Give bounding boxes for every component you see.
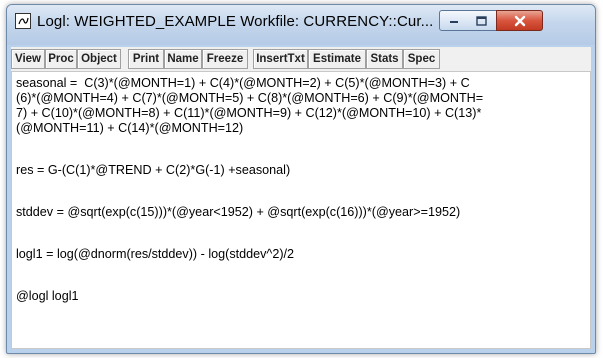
maximize-button[interactable] [467, 10, 496, 31]
print-button[interactable]: Print [128, 49, 164, 69]
proc-button[interactable]: Proc [45, 49, 77, 69]
stats-button[interactable]: Stats [366, 49, 403, 69]
maximize-icon [476, 15, 487, 26]
logl1-line: logl1 = log(@dnorm(res/stddev)) - log(st… [16, 247, 295, 261]
seasonal-line-1: seasonal = C(3)*(@MONTH=1) + C(4)*(@MONT… [16, 76, 470, 90]
logl-spec-editor[interactable]: seasonal = C(3)*(@MONTH=1) + C(4)*(@MONT… [11, 71, 591, 349]
window-title: Logl: WEIGHTED_EXAMPLE Workfile: CURRENC… [37, 13, 434, 30]
close-icon [514, 15, 525, 26]
seasonal-line-3: 7) + C(10)*(@MONTH=8) + C(11)*(@MONTH=9)… [16, 106, 482, 120]
object-button[interactable]: Object [77, 49, 121, 69]
minimize-button[interactable] [439, 10, 468, 31]
stddev-line: stddev = @sqrt(exp(c(15)))*(@year<1952) … [16, 205, 461, 219]
res-line: res = G-(C(1)*@TREND + C(2)*G(-1) +seaso… [16, 163, 291, 177]
logl-window: Logl: WEIGHTED_EXAMPLE Workfile: CURRENC… [6, 4, 596, 354]
spec-button[interactable]: Spec [403, 49, 440, 69]
toolbar: View Proc Object Print Name Freeze Inser… [11, 47, 591, 71]
equation-object-icon [15, 13, 31, 29]
minimize-icon [449, 20, 458, 23]
estimate-button[interactable]: Estimate [308, 49, 366, 69]
seasonal-line-2: (6)*(@MONTH=4) + C(7)*(@MONTH=5) + C(8)*… [16, 91, 484, 105]
logl-statement-line: @logl logl1 [16, 289, 79, 303]
freeze-button[interactable]: Freeze [202, 49, 248, 69]
view-button[interactable]: View [11, 49, 45, 69]
inserttxt-button[interactable]: InsertTxt [253, 49, 308, 69]
close-button[interactable] [496, 10, 543, 31]
name-button[interactable]: Name [164, 49, 202, 69]
title-bar[interactable]: Logl: WEIGHTED_EXAMPLE Workfile: CURRENC… [7, 5, 595, 45]
seasonal-line-4: (@MONTH=11) + C(14)*(@MONTH=12) [16, 121, 244, 135]
